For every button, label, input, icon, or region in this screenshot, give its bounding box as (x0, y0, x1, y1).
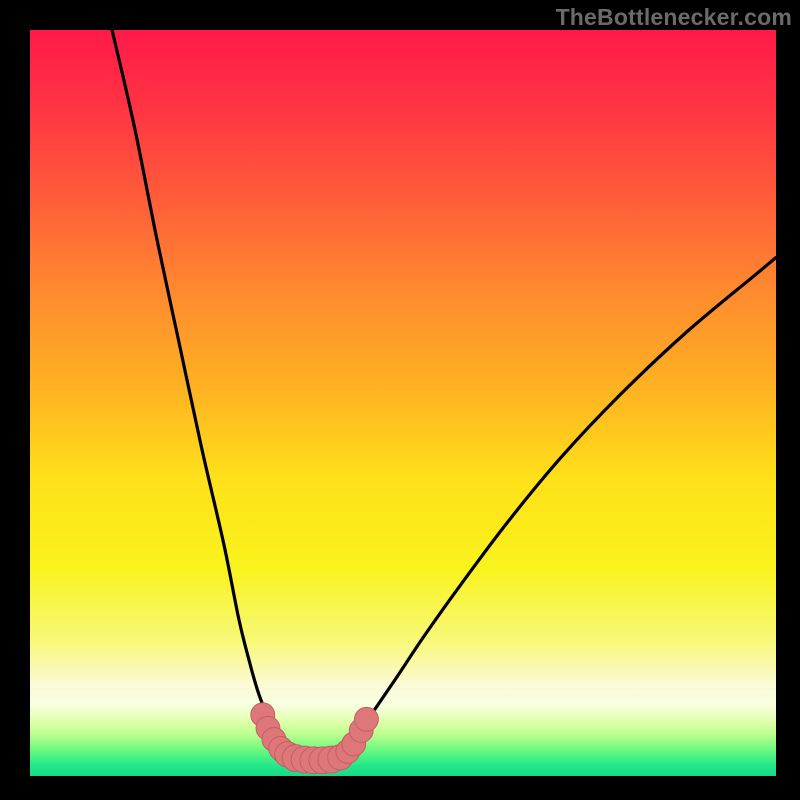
gradient-background (30, 30, 776, 776)
plot-area (30, 30, 776, 776)
watermark-text: TheBottlenecker.com (556, 4, 792, 31)
chart-svg (30, 30, 776, 776)
valley-marker (355, 707, 379, 731)
